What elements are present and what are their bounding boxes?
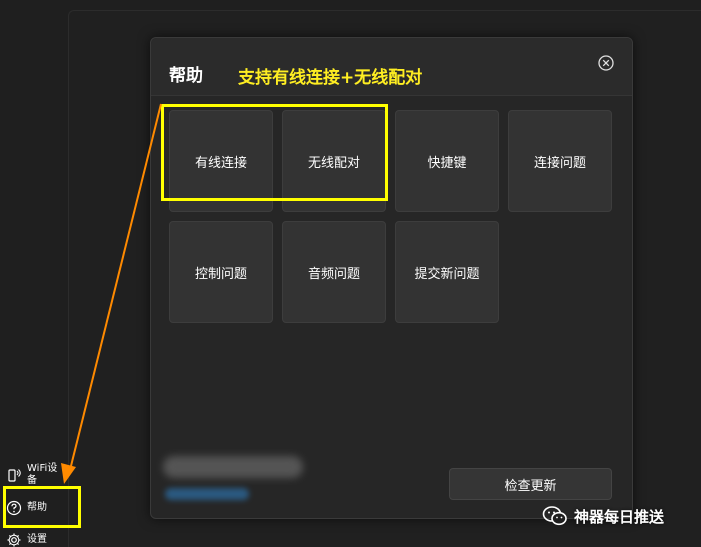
tile-label: 无线配对 (307, 155, 360, 171)
check-update-button[interactable]: 检查更新 (449, 468, 612, 500)
tile-connection-issues[interactable]: 连接问题 (508, 110, 612, 212)
tile-wired-connection[interactable]: 有线连接 (169, 110, 273, 212)
sidebar-item-settings[interactable]: 设置 (6, 532, 47, 547)
watermark: 神器每日推送 (542, 505, 664, 527)
tile-label: 音频问题 (307, 266, 360, 282)
sidebar-item-label: WiFi设备 (27, 463, 58, 486)
dialog-header: 帮助 支持有线连接+无线配对 (151, 38, 632, 96)
tile-wireless-pairing[interactable]: 无线配对 (282, 110, 386, 212)
sidebar-item-label: 帮助 (27, 502, 47, 513)
close-circle-icon[interactable] (597, 54, 615, 72)
sidebar-item-wifi-devices[interactable]: WiFi设备 (6, 463, 63, 487)
tile-label: 提交新问题 (414, 266, 480, 282)
tile-audio-issues[interactable]: 音频问题 (282, 221, 386, 323)
app-screen: WiFi设备 帮助 设置 帮助 支持有线连接+无线配对 有线连接 无线配对 快捷… (0, 0, 701, 547)
tile-label: 连接问题 (533, 155, 586, 171)
check-update-label: 检查更新 (504, 478, 557, 494)
gear-icon (6, 532, 22, 547)
tile-label: 控制问题 (194, 266, 247, 282)
tile-label: 有线连接 (194, 155, 247, 171)
tile-control-issues[interactable]: 控制问题 (169, 221, 273, 323)
annotation-caption: 支持有线连接+无线配对 (238, 68, 423, 88)
tile-submit-new-issue[interactable]: 提交新问题 (395, 221, 499, 323)
help-dialog: 帮助 支持有线连接+无线配对 有线连接 无线配对 快捷键 连接问题 控制问题 音… (150, 37, 633, 519)
tile-label: 快捷键 (427, 155, 467, 171)
dialog-title: 帮助 (169, 66, 203, 86)
tile-shortcuts[interactable]: 快捷键 (395, 110, 499, 212)
blurred-user-info (163, 456, 303, 478)
watermark-text: 神器每日推送 (574, 507, 665, 526)
blurred-link (165, 488, 249, 500)
wechat-icon (542, 505, 568, 527)
sidebar-item-label: 设置 (27, 534, 47, 545)
phone-wifi-icon (6, 467, 22, 483)
sidebar-item-help[interactable]: 帮助 (6, 500, 47, 516)
question-circle-icon (6, 500, 22, 516)
